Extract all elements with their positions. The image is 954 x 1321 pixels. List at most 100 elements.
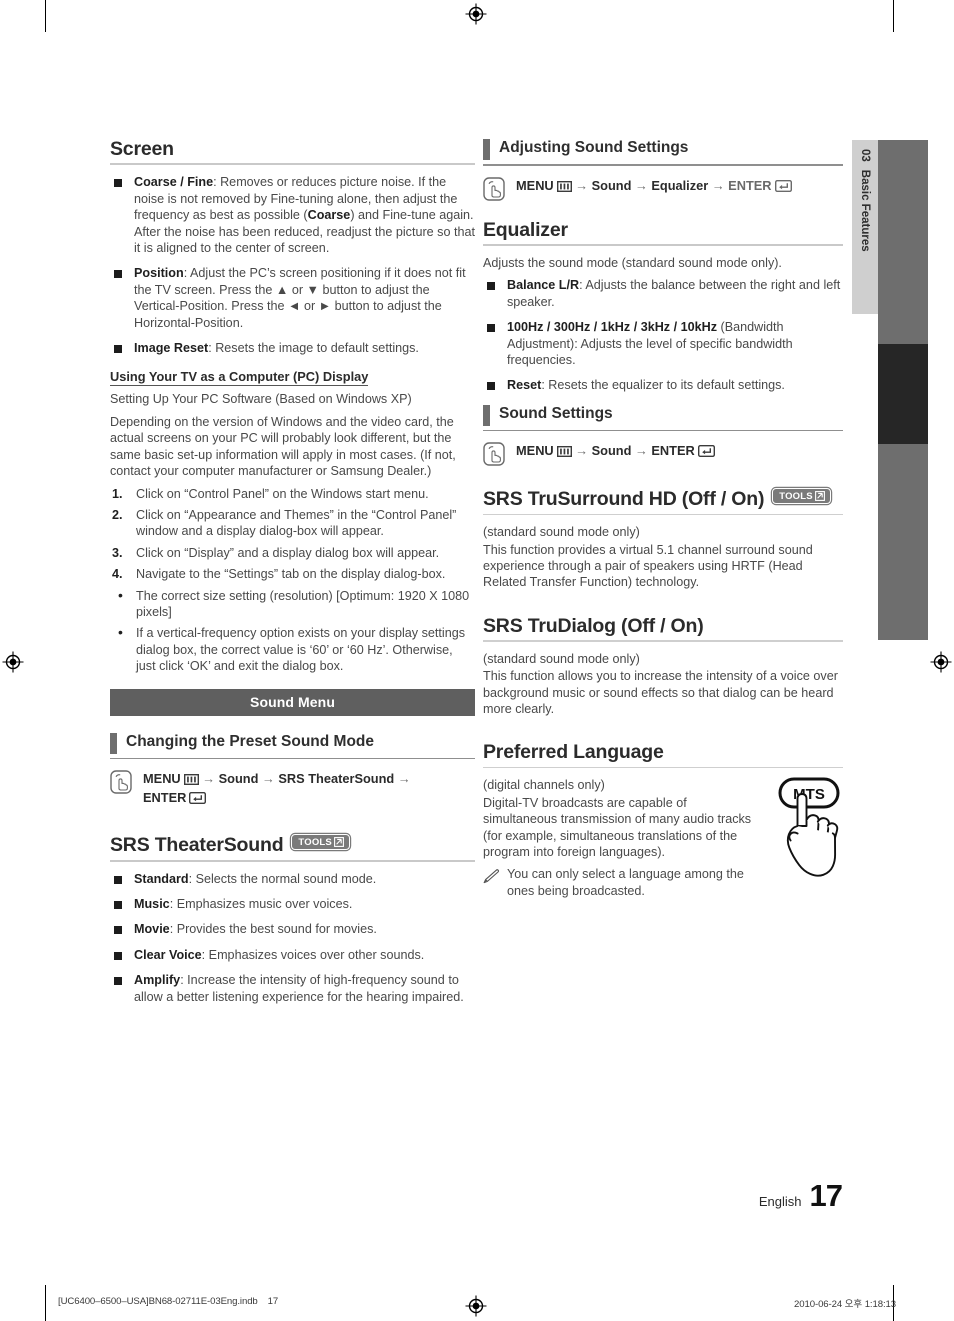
section-tick-icon: [483, 139, 490, 160]
menu-path-text: MENU → Sound → ENTER: [516, 441, 715, 461]
menu-path-preset-sound: MENU → Sound → SRS TheaterSound → ENTER: [110, 769, 475, 808]
preferred-language-body: Digital-TV broadcasts are capable of sim…: [483, 795, 752, 859]
section-rule: [483, 164, 843, 166]
pc-display-intro: Setting Up Your PC Software (Based on Wi…: [110, 392, 412, 407]
theatersound-heading: SRS TheaterSound TOOLS: [110, 834, 475, 856]
menu-label: MENU: [516, 177, 554, 193]
section-title: Changing the Preset Sound Mode: [126, 732, 375, 750]
path-step-sound: Sound: [218, 771, 259, 787]
list-item: Amplify: Increase the intensity of high-…: [110, 972, 475, 1005]
pc-display-paragraph: Depending on the version of Windows and …: [110, 414, 456, 479]
bullet-text: : Selects the normal sound mode.: [188, 871, 377, 886]
section-rule: [483, 429, 843, 432]
chapter-title: Basic Features: [859, 169, 871, 252]
path-arrow: →: [261, 771, 275, 787]
path-arrow: →: [575, 443, 589, 459]
bullet-term: Coarse / Fine: [134, 175, 214, 190]
tools-badge-label: TOOLS: [298, 836, 332, 848]
chapter-thumb-tab-text: 03 Basic Features: [852, 140, 878, 314]
theatersound-rule: [110, 859, 475, 862]
equalizer-bullet-list: Balance L/R: Adjusts the balance between…: [483, 277, 843, 393]
section-tick-icon: [110, 732, 117, 754]
path-arrow: →: [397, 771, 411, 787]
list-item: Position: Adjust the PC’s screen positio…: [110, 265, 475, 331]
tools-arrow-icon: [334, 837, 344, 848]
chapter-thumb-tab: 03 Basic Features: [852, 140, 878, 314]
list-item: Movie: Provides the best sound for movie…: [110, 921, 475, 937]
enter-label: ENTER: [143, 790, 187, 806]
crop-mark-top-right: [893, 0, 894, 32]
path-arrow: →: [711, 177, 725, 193]
section-title: Sound Settings: [499, 404, 613, 422]
section-rule: [110, 757, 475, 760]
bullet-term: Standard: [134, 871, 189, 886]
list-item: 3. Click on “Display” and a display dialo…: [110, 545, 475, 561]
bullet-text: : Emphasizes music over voices.: [169, 896, 353, 911]
press-hand-icon: [483, 176, 505, 201]
path-arrow: →: [575, 177, 589, 193]
sound-settings-section-header: Sound Settings: [483, 404, 843, 426]
step-number: 1.: [112, 486, 123, 501]
list-item: Standard: Selects the normal sound mode.: [110, 871, 475, 887]
list-item: Coarse / Fine: Removes or reduces pictur…: [110, 174, 475, 256]
trusurround-heading: SRS TruSurround HD (Off / On) TOOLS: [483, 488, 843, 510]
adjusting-sound-section-header: Adjusting Sound Settings: [483, 138, 843, 160]
chapter-tab-marker: [878, 344, 928, 444]
registration-mark-right-icon: [930, 651, 952, 673]
equalizer-heading: Equalizer: [483, 218, 568, 241]
enter-label: ENTER: [728, 177, 772, 193]
path-step-theatersound: SRS TheaterSound: [278, 771, 395, 787]
sound-menu-band: Sound Menu: [110, 688, 475, 716]
footer-file-name: [UC6400–6500–USA]BN68-02711E-03Eng.indb 1…: [58, 1296, 278, 1307]
menu-grid-icon: [554, 179, 572, 196]
bullet-term: Clear Voice: [134, 947, 202, 962]
list-item: 1. Click on “Control Panel” on the Window…: [110, 486, 475, 502]
enter-key-icon: [186, 791, 207, 808]
registration-mark-left-icon: [2, 651, 24, 673]
bullet-term: 100Hz / 300Hz / 1kHz / 3kHz / 10kHz: [507, 320, 717, 335]
list-item: Music: Emphasizes music over voices.: [110, 896, 475, 912]
menu-label: MENU: [516, 443, 554, 459]
bullet-text: : Provides the best sound for movies.: [169, 922, 377, 937]
step-text: Click on “Control Panel” on the Windows …: [136, 486, 429, 501]
pc-display-notes: The correct size setting (resolution) [O…: [110, 587, 475, 675]
bullet-term: Music: [134, 896, 170, 911]
footer-file-name-text: [UC6400–6500–USA]BN68-02711E-03Eng.indb: [58, 1296, 258, 1307]
list-item: 2. Click on “Appearance and Themes” in th…: [110, 507, 475, 540]
trudialog-heading: SRS TruDialog (Off / On): [483, 614, 704, 637]
theatersound-bullet-list: Standard: Selects the normal sound mode.…: [110, 871, 475, 1005]
step-number: 2.: [112, 507, 123, 522]
bullet-text: : Adjust the PC’s screen positioning if …: [134, 266, 466, 330]
section-title: Adjusting Sound Settings: [499, 139, 689, 156]
trudialog-rule: [483, 640, 843, 642]
bullet-term: Position: [134, 266, 184, 281]
note-pencil-icon: [483, 869, 500, 884]
crop-mark-top-left: [45, 0, 46, 32]
press-hand-icon: [110, 770, 132, 794]
enter-label: ENTER: [651, 443, 695, 459]
path-arrow: →: [202, 771, 216, 787]
tools-badge: TOOLS: [772, 488, 831, 505]
menu-grid-icon: [181, 772, 199, 789]
trusurround-rule: [483, 513, 843, 516]
path-step-equalizer: Equalizer: [651, 177, 709, 193]
tools-badge-label: TOOLS: [779, 490, 813, 502]
tools-arrow-icon: [814, 491, 825, 502]
list-item: The correct size setting (resolution) [O…: [110, 587, 475, 621]
equalizer-intro: Adjusts the sound mode (standard sound m…: [483, 255, 782, 270]
chapter-number: 03: [859, 149, 871, 162]
note-text: You can only select a language among the…: [507, 867, 744, 898]
print-footer: [UC6400–6500–USA]BN68-02711E-03Eng.indb 1…: [0, 1296, 954, 1314]
menu-path-equalizer: MENU → Sound → Equalizer → ENTER: [483, 176, 843, 201]
path-arrow: →: [634, 443, 648, 459]
trudialog-body: This function allows you to increase the…: [483, 669, 838, 716]
menu-path-text: MENU → Sound → SRS TheaterSound → ENTER: [143, 769, 411, 808]
menu-grid-icon: [554, 444, 572, 461]
menu-path-text: MENU → Sound → Equalizer → ENTER: [516, 176, 792, 196]
menu-path-sound-settings: MENU → Sound → ENTER: [483, 441, 843, 466]
screen-heading: Screen: [110, 138, 174, 160]
footer-page-ref: 17: [267, 1296, 279, 1307]
step-number: 3.: [112, 545, 123, 560]
list-item: Reset: Resets the equalizer to its defau…: [483, 377, 843, 393]
enter-key-icon: [695, 444, 715, 461]
